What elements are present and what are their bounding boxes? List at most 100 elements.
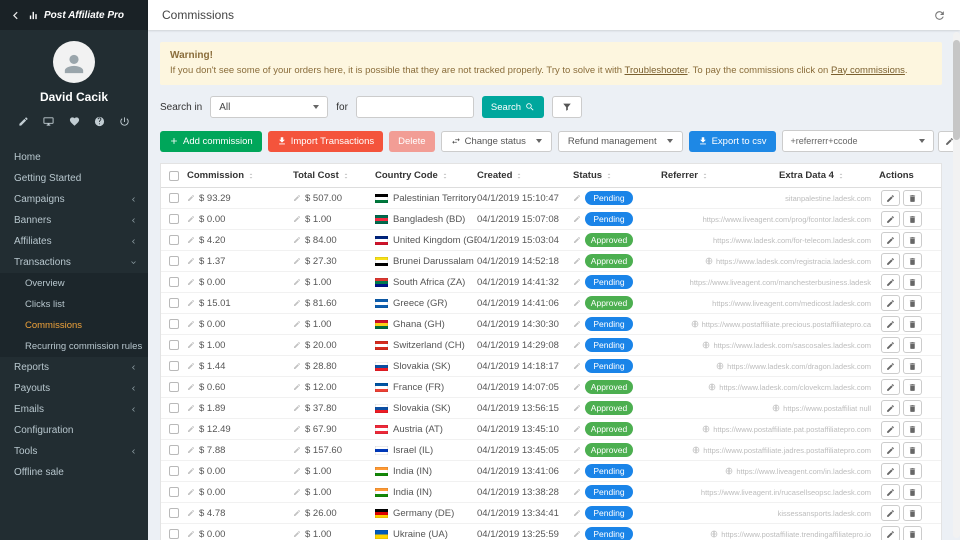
edit-total-cost-icon[interactable] xyxy=(293,467,301,475)
delete-row-button[interactable] xyxy=(903,421,922,437)
edit-row-button[interactable] xyxy=(881,274,900,290)
refresh-icon[interactable] xyxy=(933,9,946,22)
sidebar-subitem-commissions[interactable]: Commissions xyxy=(0,315,148,336)
columns-select[interactable]: +referrerr+ccode xyxy=(782,130,934,152)
row-checkbox[interactable] xyxy=(169,340,179,350)
row-checkbox[interactable] xyxy=(169,508,179,518)
sidebar-subitem-recurring-commission-rules[interactable]: Recurring commission rules xyxy=(0,336,148,357)
sidebar-item-affiliates[interactable]: Affiliates xyxy=(0,231,148,252)
sidebar-subitem-clicks-list[interactable]: Clicks list xyxy=(0,294,148,315)
edit-total-cost-icon[interactable] xyxy=(293,509,301,517)
delete-row-button[interactable] xyxy=(903,337,922,353)
edit-commission-icon[interactable] xyxy=(187,299,195,307)
column-header-country-code[interactable]: Country Code xyxy=(375,170,477,181)
edit-status-icon[interactable] xyxy=(573,278,581,286)
sidebar-item-home[interactable]: Home xyxy=(0,147,148,168)
edit-total-cost-icon[interactable] xyxy=(293,404,301,412)
search-field-select[interactable]: All xyxy=(210,96,328,118)
edit-commission-icon[interactable] xyxy=(187,278,195,286)
sidebar-item-tools[interactable]: Tools xyxy=(0,441,148,462)
edit-commission-icon[interactable] xyxy=(187,362,195,370)
monitor-icon[interactable] xyxy=(43,116,54,127)
column-header-referrer[interactable]: Referrer xyxy=(661,170,779,181)
edit-status-icon[interactable] xyxy=(573,257,581,265)
sidebar-item-banners[interactable]: Banners xyxy=(0,210,148,231)
sidebar-item-offline-sale[interactable]: Offline sale xyxy=(0,462,148,483)
edit-status-icon[interactable] xyxy=(573,236,581,244)
column-header-created[interactable]: Created xyxy=(477,170,573,181)
edit-total-cost-icon[interactable] xyxy=(293,425,301,433)
edit-commission-icon[interactable] xyxy=(187,404,195,412)
edit-total-cost-icon[interactable] xyxy=(293,278,301,286)
heart-icon[interactable] xyxy=(69,116,80,127)
delete-row-button[interactable] xyxy=(903,295,922,311)
export-csv-button[interactable]: Export to csv xyxy=(689,131,776,152)
sidebar-item-payouts[interactable]: Payouts xyxy=(0,378,148,399)
delete-row-button[interactable] xyxy=(903,442,922,458)
delete-row-button[interactable] xyxy=(903,316,922,332)
delete-row-button[interactable] xyxy=(903,211,922,227)
refund-management-dropdown[interactable]: Refund management xyxy=(558,131,683,152)
edit-row-button[interactable] xyxy=(881,253,900,269)
sidebar-item-transactions[interactable]: Transactions xyxy=(0,252,148,273)
edit-row-button[interactable] xyxy=(881,442,900,458)
search-button[interactable]: Search xyxy=(482,96,544,118)
edit-status-icon[interactable] xyxy=(573,320,581,328)
column-header-extra-data-4[interactable]: Extra Data 4 xyxy=(779,170,879,181)
edit-total-cost-icon[interactable] xyxy=(293,488,301,496)
sidebar-item-emails[interactable]: Emails xyxy=(0,399,148,420)
edit-row-button[interactable] xyxy=(881,505,900,521)
edit-commission-icon[interactable] xyxy=(187,488,195,496)
delete-row-button[interactable] xyxy=(903,505,922,521)
edit-row-button[interactable] xyxy=(881,316,900,332)
delete-button[interactable]: Delete xyxy=(389,131,434,152)
delete-row-button[interactable] xyxy=(903,484,922,500)
edit-row-button[interactable] xyxy=(881,211,900,227)
edit-total-cost-icon[interactable] xyxy=(293,383,301,391)
edit-commission-icon[interactable] xyxy=(187,257,195,265)
search-input[interactable] xyxy=(356,96,474,118)
back-chevron-icon[interactable] xyxy=(8,8,23,23)
edit-total-cost-icon[interactable] xyxy=(293,446,301,454)
edit-status-icon[interactable] xyxy=(573,341,581,349)
row-checkbox[interactable] xyxy=(169,382,179,392)
edit-status-icon[interactable] xyxy=(573,215,581,223)
column-header-status[interactable]: Status xyxy=(573,170,661,181)
edit-status-icon[interactable] xyxy=(573,509,581,517)
edit-status-icon[interactable] xyxy=(573,488,581,496)
edit-total-cost-icon[interactable] xyxy=(293,530,301,538)
delete-row-button[interactable] xyxy=(903,463,922,479)
edit-commission-icon[interactable] xyxy=(187,320,195,328)
edit-row-button[interactable] xyxy=(881,190,900,206)
row-checkbox[interactable] xyxy=(169,298,179,308)
edit-status-icon[interactable] xyxy=(573,383,581,391)
delete-row-button[interactable] xyxy=(903,379,922,395)
edit-row-button[interactable] xyxy=(881,295,900,311)
edit-row-button[interactable] xyxy=(881,526,900,540)
edit-status-icon[interactable] xyxy=(573,362,581,370)
edit-total-cost-icon[interactable] xyxy=(293,299,301,307)
row-checkbox[interactable] xyxy=(169,193,179,203)
edit-commission-icon[interactable] xyxy=(187,236,195,244)
change-status-dropdown[interactable]: Change status xyxy=(441,131,552,152)
sidebar-item-getting-started[interactable]: Getting Started xyxy=(0,168,148,189)
row-checkbox[interactable] xyxy=(169,529,179,539)
delete-row-button[interactable] xyxy=(903,274,922,290)
edit-row-button[interactable] xyxy=(881,337,900,353)
edit-total-cost-icon[interactable] xyxy=(293,341,301,349)
select-all-checkbox[interactable] xyxy=(169,171,179,181)
edit-status-icon[interactable] xyxy=(573,467,581,475)
edit-total-cost-icon[interactable] xyxy=(293,236,301,244)
edit-commission-icon[interactable] xyxy=(187,194,195,202)
edit-row-button[interactable] xyxy=(881,484,900,500)
edit-status-icon[interactable] xyxy=(573,530,581,538)
edit-row-button[interactable] xyxy=(881,232,900,248)
scrollbar-thumb[interactable] xyxy=(953,40,960,140)
sidebar-subitem-overview[interactable]: Overview xyxy=(0,273,148,294)
edit-row-button[interactable] xyxy=(881,421,900,437)
import-transactions-button[interactable]: Import Transactions xyxy=(268,131,383,152)
edit-status-icon[interactable] xyxy=(573,299,581,307)
column-header-total-cost[interactable]: Total Cost xyxy=(293,170,375,181)
row-checkbox[interactable] xyxy=(169,445,179,455)
edit-total-cost-icon[interactable] xyxy=(293,215,301,223)
